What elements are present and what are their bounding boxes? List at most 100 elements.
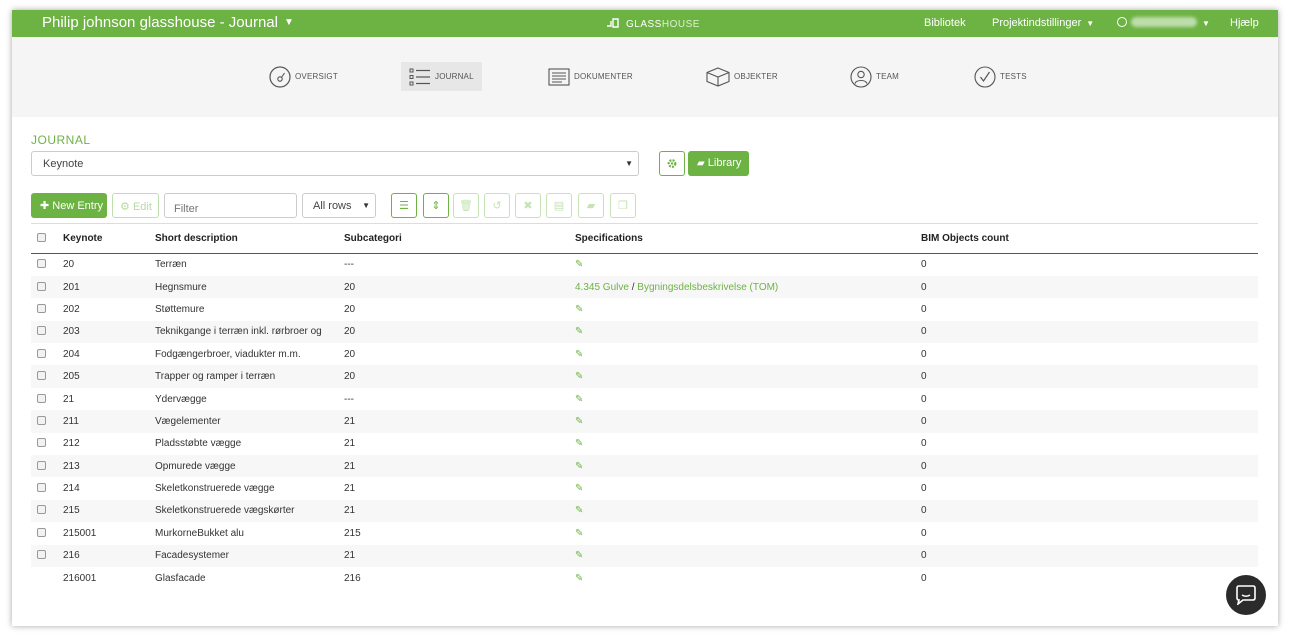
- table-row[interactable]: 213 Opmurede vægge 21 ✎ 0: [31, 455, 1258, 478]
- glasshouse-logo-icon: [607, 18, 619, 28]
- cell-subcategory: 21: [344, 438, 356, 450]
- row-checkbox[interactable]: [37, 438, 46, 448]
- row-checkbox[interactable]: [37, 326, 46, 336]
- column-header-description[interactable]: Short description: [148, 223, 337, 254]
- pencil-icon[interactable]: ✎: [575, 304, 583, 315]
- row-checkbox[interactable]: [37, 460, 46, 470]
- section-title: JOURNAL: [31, 133, 91, 147]
- table-row[interactable]: 211 Vægelementer 21 ✎ 0: [31, 410, 1258, 433]
- row-checkbox[interactable]: [37, 527, 46, 537]
- journal-select[interactable]: Keynote ▼: [31, 151, 639, 176]
- column-header-bim-count[interactable]: BIM Objects count: [914, 223, 1258, 254]
- library-button[interactable]: ▰ Library: [688, 151, 749, 176]
- table-row[interactable]: 216001 Glasfacade 216 ✎ 0: [31, 567, 1258, 589]
- cell-specifications: ✎: [568, 499, 914, 523]
- row-select-cell: [31, 522, 56, 544]
- close-icon: ✖: [523, 200, 533, 212]
- pencil-icon[interactable]: ✎: [575, 416, 583, 427]
- table-row[interactable]: 215 Skeletkonstruerede vægskørter 21 ✎ 0: [31, 499, 1258, 523]
- delete-button[interactable]: 🗑: [453, 193, 479, 218]
- module-tests[interactable]: TESTS: [966, 62, 1035, 91]
- pencil-icon[interactable]: ✎: [575, 259, 583, 270]
- column-header-keynote[interactable]: Keynote: [56, 223, 148, 254]
- cell-subcategory: 20: [344, 348, 356, 360]
- table-row[interactable]: 212 Pladsstøbte vægge 21 ✎ 0: [31, 433, 1258, 455]
- list-icon: ☰: [399, 200, 409, 212]
- pencil-icon[interactable]: ✎: [575, 438, 583, 449]
- table-row[interactable]: 20 Terræn --- ✎ 0: [31, 254, 1258, 276]
- column-header-specifications[interactable]: Specifications: [568, 223, 914, 254]
- pencil-icon[interactable]: ✎: [575, 528, 583, 539]
- edit-button[interactable]: ⚙ Edit: [112, 193, 159, 218]
- pencil-icon[interactable]: ✎: [575, 550, 583, 561]
- table-row[interactable]: 216 Facadesystemer 21 ✎ 0: [31, 544, 1258, 567]
- pencil-icon[interactable]: ✎: [575, 461, 583, 472]
- filter-input[interactable]: [164, 193, 297, 218]
- module-objekter[interactable]: OBJEKTER: [698, 62, 786, 91]
- cell-keynote: 20: [63, 259, 75, 271]
- copy-button[interactable]: ❐: [610, 193, 636, 218]
- cell-subcategory: 21: [337, 410, 568, 433]
- table-row[interactable]: 21 Ydervægge --- ✎ 0: [31, 388, 1258, 410]
- row-select-cell: [31, 388, 56, 410]
- user-menu[interactable]: ▼: [1117, 17, 1210, 29]
- cell-keynote: 216: [56, 544, 148, 567]
- table-row[interactable]: 204 Fodgængerbroer, viadukter m.m. 20 ✎ 0: [31, 343, 1258, 365]
- row-checkbox[interactable]: [37, 550, 46, 560]
- row-select-cell: [31, 567, 56, 589]
- nav-help-link[interactable]: Hjælp: [1230, 17, 1259, 29]
- cell-bim-count: 0: [914, 410, 1258, 433]
- book-button[interactable]: ▰: [578, 193, 604, 218]
- row-checkbox[interactable]: [37, 415, 46, 425]
- project-title-dropdown[interactable]: Philip johnson glasshouse - Journal ▼: [42, 14, 294, 31]
- row-checkbox[interactable]: [37, 259, 46, 269]
- book-icon: ▰: [586, 200, 596, 212]
- module-journal[interactable]: JOURNAL: [401, 62, 482, 91]
- table-header-row: Keynote Short description Subcategori Sp…: [31, 223, 1258, 254]
- row-checkbox[interactable]: [37, 303, 46, 313]
- row-checkbox[interactable]: [37, 371, 46, 381]
- remove-button[interactable]: ✖: [515, 193, 541, 218]
- row-checkbox[interactable]: [37, 348, 46, 358]
- sort-button[interactable]: ⇕: [423, 193, 449, 218]
- list-view-button[interactable]: ☰: [391, 193, 417, 218]
- cell-subcategory: ---: [344, 393, 354, 405]
- table-row[interactable]: 202 Støttemure 20 ✎ 0: [31, 298, 1258, 320]
- module-team[interactable]: TEAM: [842, 62, 907, 91]
- pencil-icon[interactable]: ✎: [575, 349, 583, 360]
- document-icon: [548, 67, 570, 86]
- plus-icon: ✚: [40, 200, 50, 212]
- module-oversigt[interactable]: OVERSIGT: [261, 62, 346, 91]
- module-nav: OVERSIGT JOURNAL DOKUMENTER OBJEKTER TEA…: [12, 37, 1278, 117]
- export-file-button[interactable]: ▤: [546, 193, 572, 218]
- row-checkbox[interactable]: [37, 281, 46, 291]
- settings-button[interactable]: [659, 151, 685, 176]
- spec-link[interactable]: 4.345 Gulve: [575, 282, 629, 293]
- pencil-icon[interactable]: ✎: [575, 371, 583, 382]
- pencil-icon[interactable]: ✎: [575, 326, 583, 337]
- nav-project-settings[interactable]: Projektindstillinger ▼: [992, 17, 1094, 29]
- pencil-icon[interactable]: ✎: [575, 505, 583, 516]
- rows-select[interactable]: All rows ▼: [302, 193, 376, 218]
- chat-widget-button[interactable]: [1226, 575, 1266, 615]
- table-row[interactable]: 205 Trapper og ramper i terræn 20 ✎ 0: [31, 365, 1258, 388]
- row-checkbox[interactable]: [37, 393, 46, 403]
- pencil-icon[interactable]: ✎: [575, 573, 583, 584]
- pencil-icon[interactable]: ✎: [575, 394, 583, 405]
- row-checkbox[interactable]: [37, 483, 46, 493]
- cell-bim-count: 0: [914, 320, 1258, 344]
- undo-button[interactable]: ↺: [484, 193, 510, 218]
- select-all-checkbox[interactable]: [37, 233, 46, 242]
- row-select-cell: [31, 477, 56, 499]
- table-row[interactable]: 203 Teknikgange i terræn inkl. rørbroer o…: [31, 320, 1258, 344]
- pencil-icon[interactable]: ✎: [575, 483, 583, 494]
- nav-library-link[interactable]: Bibliotek: [924, 17, 966, 29]
- spec-link[interactable]: Bygningsdelsbeskrivelse (TOM): [637, 282, 778, 293]
- column-header-subcategory[interactable]: Subcategori: [337, 223, 568, 254]
- table-row[interactable]: 214 Skeletkonstruerede vægge 21 ✎ 0: [31, 477, 1258, 499]
- new-entry-button[interactable]: ✚ New Entry: [31, 193, 107, 218]
- table-row[interactable]: 201 Hegnsmure 20 4.345 Gulve / Bygningsdels…: [31, 275, 1258, 299]
- table-row[interactable]: 215001 MurkorneBukket alu 215 ✎ 0: [31, 522, 1258, 544]
- row-checkbox[interactable]: [37, 505, 46, 515]
- module-dokumenter[interactable]: DOKUMENTER: [540, 62, 641, 91]
